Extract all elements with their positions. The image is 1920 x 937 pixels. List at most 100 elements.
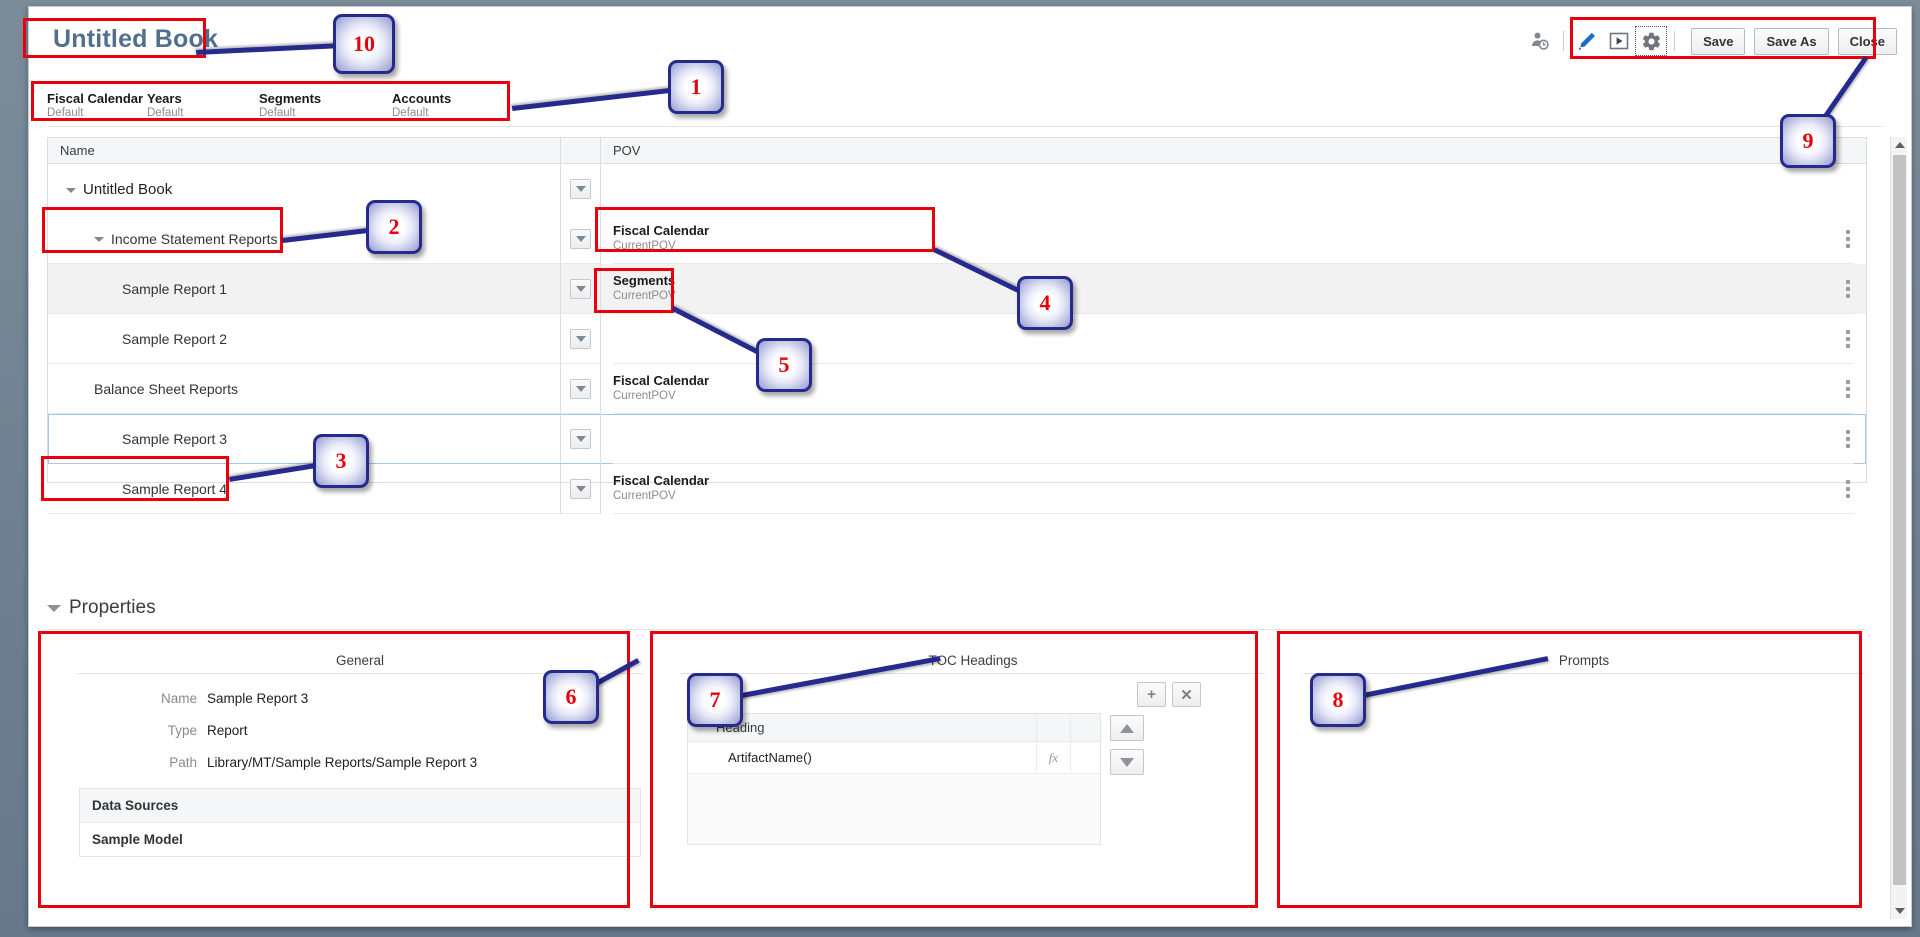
table-row[interactable]: Untitled Book bbox=[48, 164, 1866, 214]
row-name-cell[interactable]: Balance Sheet Reports bbox=[48, 364, 560, 414]
move-up-button[interactable] bbox=[1110, 715, 1144, 741]
row-actions-cell bbox=[560, 214, 600, 264]
chevron-down-icon bbox=[575, 485, 586, 492]
prompts-panel-title: Prompts bbox=[1558, 653, 1610, 668]
annotation-badge-10: 10 bbox=[333, 14, 395, 74]
play-preview-icon[interactable] bbox=[1603, 26, 1635, 56]
page-vertical-scrollbar[interactable] bbox=[1890, 137, 1907, 919]
dimension-name: Segments bbox=[259, 91, 322, 106]
row-more-options-icon[interactable] bbox=[1846, 480, 1850, 498]
row-dropdown-button[interactable] bbox=[570, 428, 591, 449]
general-panel-title: General bbox=[335, 653, 385, 668]
toc-heading-value[interactable]: ArtifactName() bbox=[688, 750, 1036, 765]
row-actions-cell bbox=[560, 264, 600, 314]
add-heading-button[interactable]: + bbox=[1137, 682, 1166, 707]
row-actions-cell bbox=[560, 364, 600, 414]
dimension-segments[interactable]: Segments Default bbox=[259, 89, 392, 121]
dimension-years[interactable]: Years Default bbox=[147, 89, 259, 121]
gear-settings-icon[interactable] bbox=[1635, 26, 1668, 56]
annotation-badge-5: 5 bbox=[756, 338, 812, 392]
field-type-row: Type Report bbox=[69, 723, 651, 738]
row-pov-cell[interactable]: Fiscal Calendar CurrentPOV bbox=[600, 464, 1866, 514]
field-label: Type bbox=[167, 723, 197, 738]
row-name-cell[interactable]: Sample Report 4 bbox=[48, 464, 560, 514]
toolbar-divider bbox=[1563, 31, 1565, 51]
row-more-options-icon[interactable] bbox=[1846, 230, 1850, 248]
field-path-row: Path Library/MT/Sample Reports/Sample Re… bbox=[69, 755, 651, 770]
row-more-options-icon[interactable] bbox=[1846, 280, 1850, 298]
field-value: Library/MT/Sample Reports/Sample Report … bbox=[207, 755, 478, 770]
properties-section-header[interactable]: Properties bbox=[47, 597, 156, 619]
delete-heading-button[interactable]: ✕ bbox=[1172, 682, 1201, 707]
prompts-empty-area bbox=[1295, 674, 1873, 874]
data-source-row[interactable]: Sample Model bbox=[80, 823, 640, 856]
row-name-cell[interactable]: Sample Report 3 bbox=[48, 414, 560, 464]
save-button[interactable]: Save bbox=[1691, 27, 1746, 55]
book-content-grid: Name POV Untitled Book Income Statement R… bbox=[47, 137, 1867, 514]
row-dropdown-button[interactable] bbox=[570, 278, 591, 299]
dimension-name: Years bbox=[147, 91, 182, 106]
row-name-cell[interactable]: Sample Report 2 bbox=[48, 314, 560, 364]
table-row[interactable]: Income Statement Reports Fiscal Calendar C… bbox=[48, 214, 1866, 264]
annotation-badge-7: 7 bbox=[687, 673, 743, 727]
row-pov-cell[interactable] bbox=[600, 164, 1866, 214]
toc-row[interactable]: ArtifactName() fx bbox=[688, 741, 1100, 774]
row-dropdown-button[interactable] bbox=[570, 228, 591, 249]
toolbar-divider-2 bbox=[1674, 31, 1676, 51]
row-pov-cell[interactable]: Fiscal Calendar CurrentPOV bbox=[600, 214, 1866, 264]
row-dropdown-button[interactable] bbox=[570, 378, 591, 399]
dimension-name: Fiscal Calendar bbox=[47, 91, 144, 106]
row-pov-cell[interactable]: Segments CurrentPOV bbox=[600, 264, 1866, 314]
toc-table: Heading ArtifactName() fx bbox=[687, 713, 1101, 845]
table-row[interactable]: Balance Sheet Reports Fiscal Calendar Curr… bbox=[48, 364, 1866, 414]
row-dropdown-button[interactable] bbox=[570, 478, 591, 499]
table-row[interactable]: Sample Report 1 Segments CurrentPOV bbox=[48, 264, 1866, 314]
close-button[interactable]: Close bbox=[1837, 27, 1897, 55]
chevron-down-icon bbox=[575, 385, 586, 392]
data-sources-table: Data Sources Sample Model bbox=[79, 788, 641, 857]
row-name-cell[interactable]: Sample Report 1 bbox=[48, 264, 560, 314]
row-dropdown-button[interactable] bbox=[570, 328, 591, 349]
collapse-twisty-icon[interactable] bbox=[47, 604, 61, 612]
move-down-button[interactable] bbox=[1110, 749, 1144, 775]
scroll-down-button[interactable] bbox=[1891, 903, 1908, 919]
scroll-up-button[interactable] bbox=[1891, 137, 1908, 153]
grid-header-row: Name POV bbox=[48, 137, 1866, 164]
toc-column-fx bbox=[1036, 713, 1070, 742]
save-as-button[interactable]: Save As bbox=[1754, 27, 1829, 55]
row-more-options-icon[interactable] bbox=[1846, 380, 1850, 398]
toc-header-row: Heading bbox=[688, 713, 1100, 742]
row-label: Sample Report 2 bbox=[122, 330, 228, 347]
dimension-accounts[interactable]: Accounts Default bbox=[392, 89, 451, 121]
pov-dimension-value: CurrentPOV bbox=[613, 290, 676, 302]
pov-content: Segments CurrentPOV bbox=[613, 264, 1854, 314]
scroll-up-icon bbox=[1894, 142, 1905, 148]
row-dropdown-button[interactable] bbox=[570, 179, 591, 199]
row-name-cell[interactable]: Untitled Book bbox=[48, 164, 560, 214]
column-header-spacer bbox=[560, 137, 600, 164]
pov-dimension-value: CurrentPOV bbox=[613, 240, 676, 252]
row-label: Income Statement Reports bbox=[111, 230, 278, 247]
edit-pencil-icon[interactable] bbox=[1571, 26, 1603, 56]
dimension-name: Accounts bbox=[392, 91, 452, 106]
chevron-down-icon bbox=[575, 235, 586, 242]
expand-twisty-icon[interactable] bbox=[94, 237, 104, 242]
fx-function-icon[interactable]: fx bbox=[1036, 741, 1070, 774]
expand-twisty-icon[interactable] bbox=[66, 187, 76, 193]
dimension-value: Default bbox=[47, 107, 84, 119]
pov-content: Fiscal Calendar CurrentPOV bbox=[613, 464, 1854, 514]
row-more-options-icon[interactable] bbox=[1846, 430, 1850, 448]
toc-row-extra bbox=[1070, 741, 1100, 774]
user-clock-icon[interactable] bbox=[1524, 26, 1556, 56]
table-row[interactable]: Sample Report 2 bbox=[48, 314, 1866, 364]
annotation-badge-4: 4 bbox=[1017, 276, 1073, 330]
field-label: Path bbox=[169, 755, 197, 770]
row-more-options-icon[interactable] bbox=[1846, 330, 1850, 348]
field-value: Report bbox=[207, 723, 248, 738]
editor-toolbar: Save Save As Close bbox=[1524, 25, 1897, 57]
dimension-value: Default bbox=[147, 107, 184, 119]
annotation-badge-8: 8 bbox=[1310, 673, 1366, 727]
row-pov-cell[interactable] bbox=[600, 414, 1866, 464]
dimension-fiscal-calendar[interactable]: Fiscal Calendar Default bbox=[47, 89, 147, 121]
scrollbar-thumb[interactable] bbox=[1893, 155, 1906, 885]
